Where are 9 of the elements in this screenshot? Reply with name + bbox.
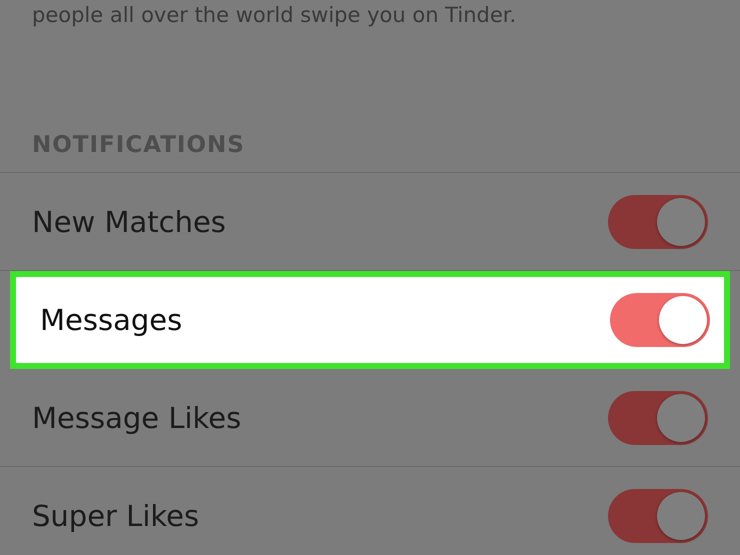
toggle-switch[interactable] [608, 194, 708, 248]
row-label: Super Likes [32, 498, 200, 532]
row-label: Messages [40, 303, 182, 337]
row-label: Message Likes [32, 400, 242, 434]
toggle-switch[interactable] [608, 390, 708, 444]
toggle-switch[interactable] [608, 488, 708, 542]
row-label: New Matches [32, 204, 226, 238]
description-text: people all over the world swipe you on Tinder. [31, 2, 518, 28]
toggle-switch[interactable] [610, 293, 710, 347]
